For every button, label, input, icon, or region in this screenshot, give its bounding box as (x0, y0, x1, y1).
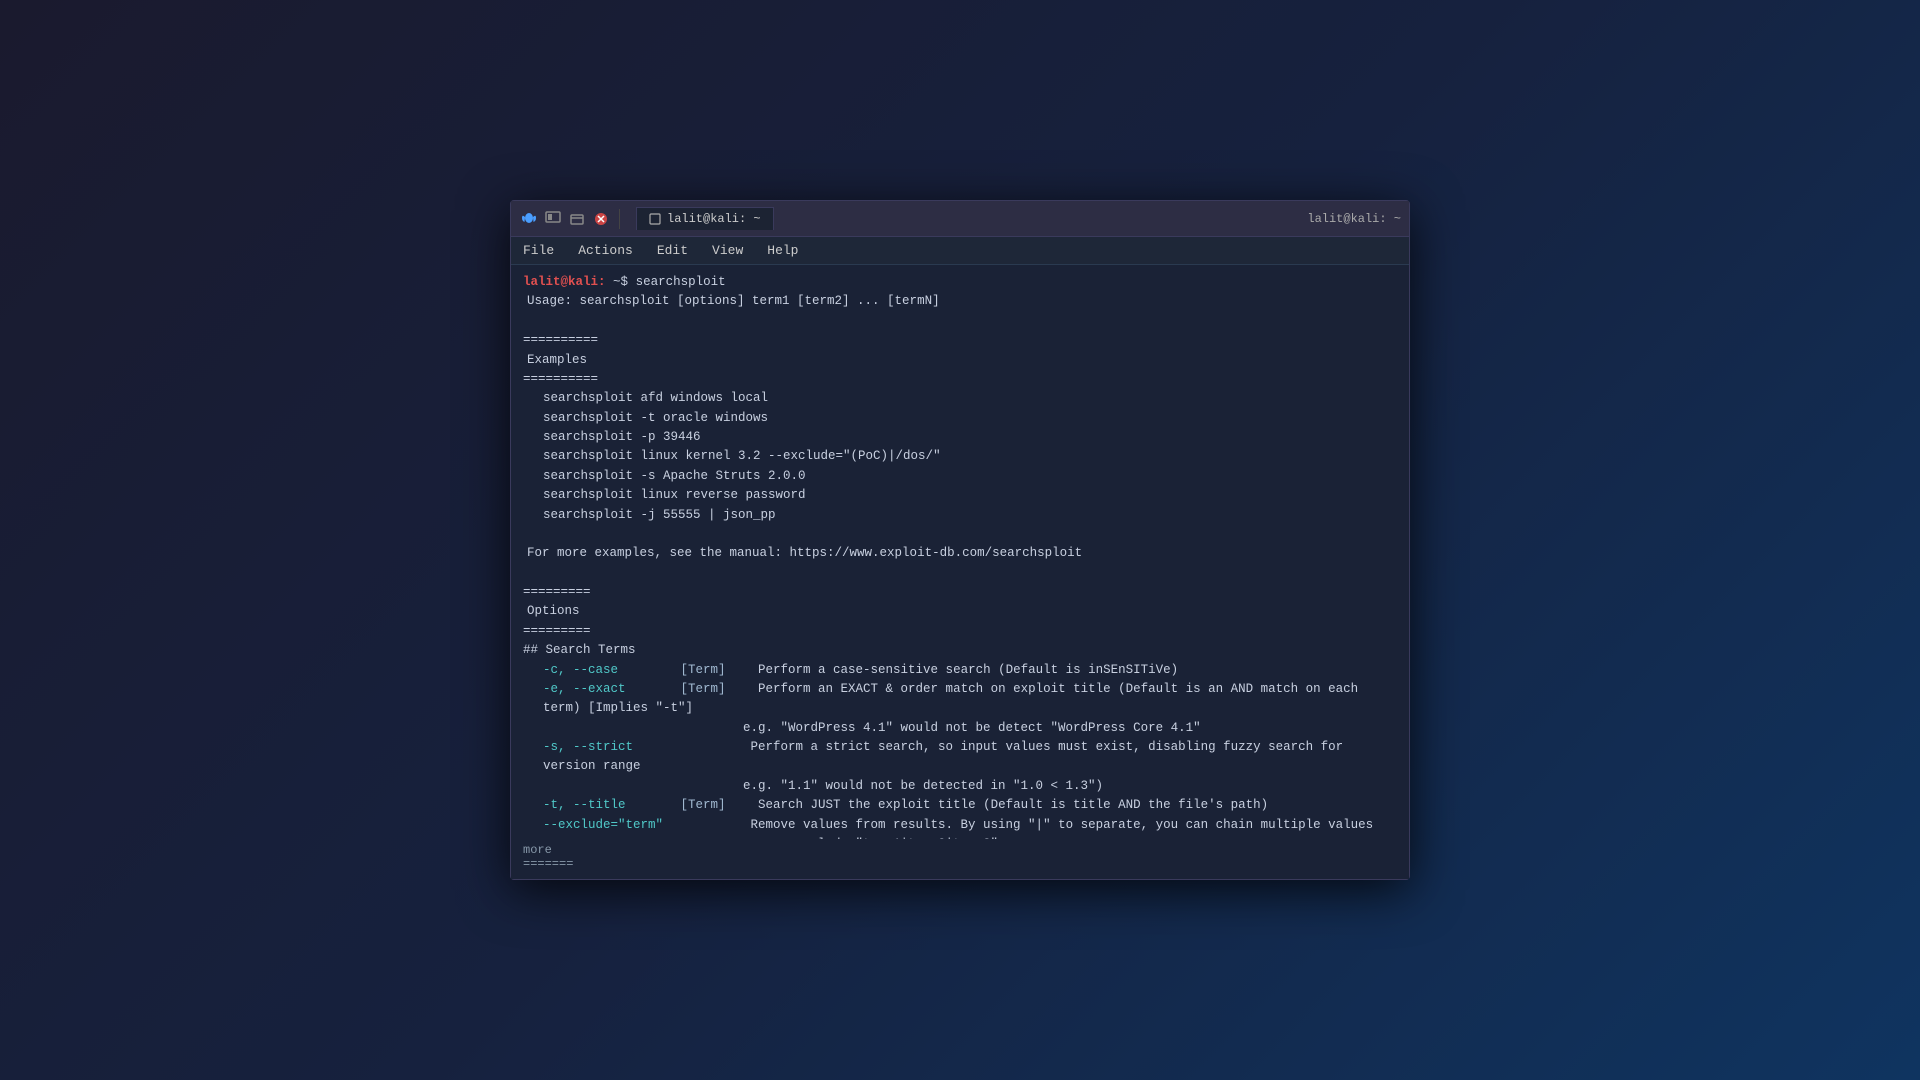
new-tab-icon[interactable] (543, 209, 563, 229)
flag-e: -e, --exact [Term] Perform an EXACT & or… (523, 680, 1397, 719)
bottom-more: more (523, 843, 1397, 857)
ex6: searchsploit linux reverse password (523, 486, 1397, 505)
tab-label: lalit@kali: ~ (667, 212, 761, 226)
flag-s: -s, --strict Perform a strict search, so… (523, 738, 1397, 777)
menu-file[interactable]: File (519, 241, 558, 260)
search-terms-header: ## Search Terms (523, 641, 1397, 660)
tab-area: lalit@kali: ~ (636, 207, 774, 230)
menu-help[interactable]: Help (763, 241, 802, 260)
menu-view[interactable]: View (708, 241, 747, 260)
flag-e-note: e.g. "WordPress 4.1" would not be detect… (523, 719, 1397, 738)
bottom-bar: more ======= (511, 839, 1409, 879)
bottom-sep: ======= (523, 857, 1397, 871)
titlebar-left: lalit@kali: ~ (519, 207, 774, 230)
sep3: ========= (523, 583, 1397, 602)
window-icon[interactable] (567, 209, 587, 229)
flag-t: -t, --title [Term] Search JUST the explo… (523, 796, 1397, 815)
terminal-window: lalit@kali: ~ lalit@kali: ~ File Actions… (510, 200, 1410, 880)
usage-line: Usage: searchsploit [options] term1 [ter… (523, 292, 1397, 311)
kali-icon[interactable] (519, 209, 539, 229)
command-line: lalit@kali: ~$ searchsploit (523, 273, 1397, 292)
flag-exclude: --exclude="term" Remove values from resu… (523, 816, 1397, 835)
terminal-tab[interactable]: lalit@kali: ~ (636, 207, 774, 230)
sep4: ========= (523, 622, 1397, 641)
titlebar-separator (619, 209, 620, 229)
manual-line: For more examples, see the manual: https… (523, 544, 1397, 563)
flag-s-note: e.g. "1.1" would not be detected in "1.0… (523, 777, 1397, 796)
ex5: searchsploit -s Apache Struts 2.0.0 (523, 467, 1397, 486)
sep2: ========== (523, 370, 1397, 389)
examples-header: Examples (523, 351, 1397, 370)
menu-bar: File Actions Edit View Help (511, 237, 1409, 265)
prompt-symbol: ~$ (606, 273, 636, 292)
options-header: Options (523, 602, 1397, 621)
ex7: searchsploit -j 55555 | json_pp (523, 506, 1397, 525)
ex1: searchsploit afd windows local (523, 389, 1397, 408)
ex4: searchsploit linux kernel 3.2 --exclude=… (523, 447, 1397, 466)
ex2: searchsploit -t oracle windows (523, 409, 1397, 428)
terminal-body[interactable]: lalit@kali: ~$ searchsploit Usage: searc… (511, 265, 1409, 839)
command-text: searchsploit (636, 273, 726, 292)
menu-edit[interactable]: Edit (653, 241, 692, 260)
menu-actions[interactable]: Actions (574, 241, 637, 260)
titlebar-right-label: lalit@kali: ~ (1307, 212, 1401, 226)
titlebar: lalit@kali: ~ lalit@kali: ~ (511, 201, 1409, 237)
ex3: searchsploit -p 39446 (523, 428, 1397, 447)
desktop-background: lalit@kali: ~ lalit@kali: ~ File Actions… (0, 0, 1920, 1080)
flag-c: -c, --case [Term] Perform a case-sensiti… (523, 661, 1397, 680)
sep1: ========== (523, 331, 1397, 350)
prompt-user: lalit@kali: (523, 273, 606, 292)
close-icon[interactable] (591, 209, 611, 229)
